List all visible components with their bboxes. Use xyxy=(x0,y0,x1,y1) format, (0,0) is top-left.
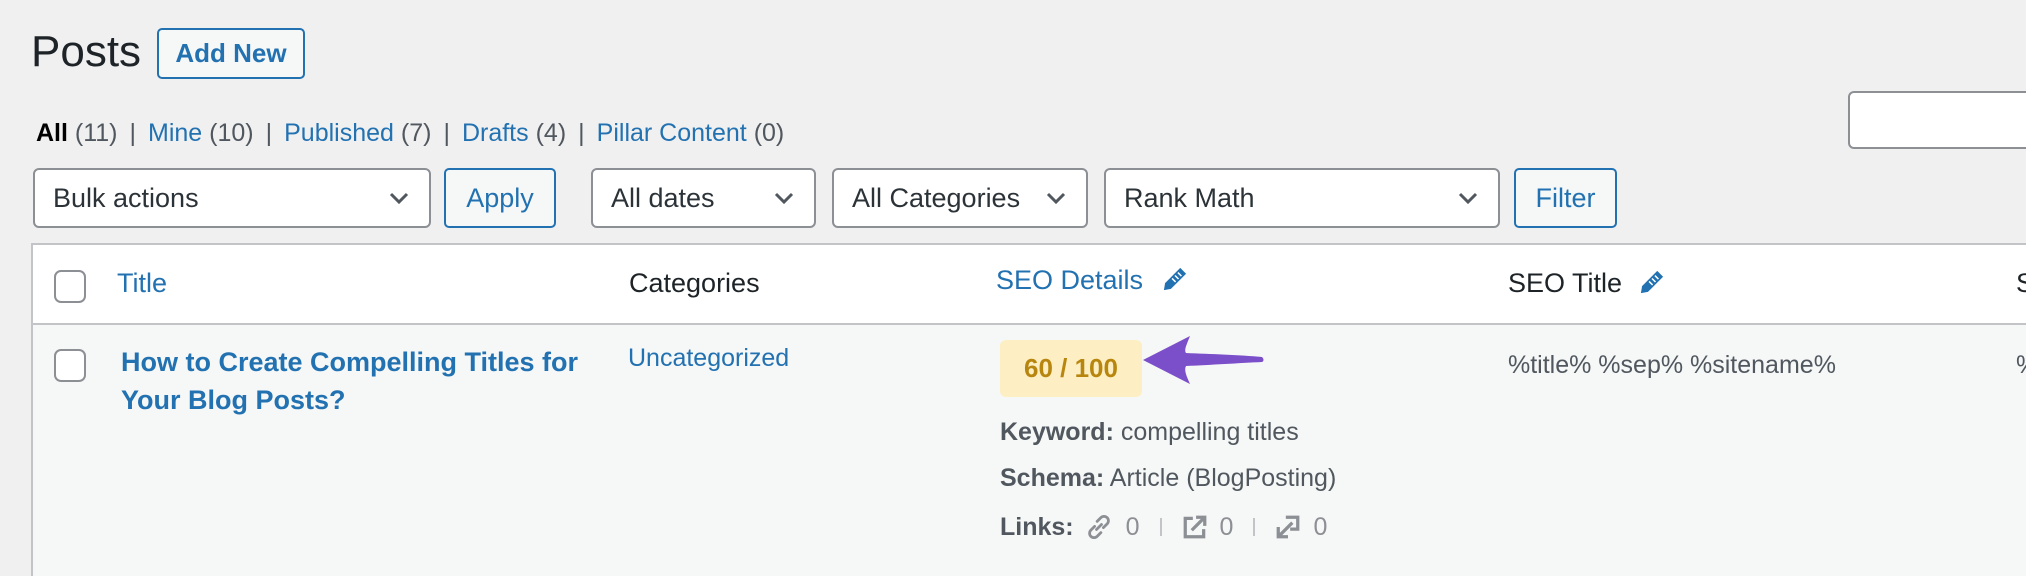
pencil-icon[interactable] xyxy=(1161,265,1189,293)
select-all-checkbox[interactable] xyxy=(54,270,86,303)
schema-type: Schema: Article (BlogPosting) xyxy=(1000,464,1337,492)
seo-title-label: SEO Title xyxy=(1508,268,1623,298)
seo-filter-value: Rank Math xyxy=(1124,182,1255,213)
bulk-actions-value: Bulk actions xyxy=(53,182,199,213)
seo-details-label: SEO Details xyxy=(996,265,1144,295)
column-header-title[interactable]: Title xyxy=(117,266,167,300)
links-summary: Links: 0 0 0 xyxy=(1000,510,1327,544)
categories-filter-select[interactable]: All Categories xyxy=(832,168,1088,228)
chevron-down-icon xyxy=(389,192,409,205)
filter-button[interactable]: Filter xyxy=(1514,168,1617,228)
dates-filter-value: All dates xyxy=(611,182,715,213)
column-header-seo-details[interactable]: SEO Details xyxy=(996,263,1189,297)
separator: | xyxy=(578,119,585,147)
view-mine[interactable]: Mine (10) xyxy=(148,119,254,147)
focus-keyword: Keyword: compelling titles xyxy=(1000,418,1299,446)
category-link[interactable]: Uncategorized xyxy=(628,339,789,377)
search-posts-input[interactable] xyxy=(1848,91,2026,149)
internal-link-icon xyxy=(1087,514,1110,540)
external-links-count: 0 xyxy=(1219,513,1234,541)
incoming-link-icon xyxy=(1277,515,1300,539)
apply-button[interactable]: Apply xyxy=(444,168,556,228)
seo-title-value: %title% %sep% %sitename% xyxy=(1508,351,1836,379)
chevron-down-icon xyxy=(1046,192,1066,205)
incoming-links-count: 0 xyxy=(1313,513,1328,541)
separator xyxy=(1159,518,1162,536)
separator xyxy=(1253,518,1256,536)
pencil-icon[interactable] xyxy=(1638,268,1666,296)
column-header-categories: Categories xyxy=(629,268,760,298)
categories-filter-value: All Categories xyxy=(852,182,1021,213)
partial-column-value: % xyxy=(2016,346,2026,384)
post-title-link[interactable]: How to Create Compelling Titles for Your… xyxy=(121,343,591,419)
view-drafts[interactable]: Drafts (4) xyxy=(462,119,566,147)
external-link-icon xyxy=(1183,515,1206,539)
separator: | xyxy=(129,119,137,147)
seo-score-badge: 60 / 100 xyxy=(1000,340,1142,397)
add-new-button[interactable]: Add New xyxy=(157,28,305,79)
separator: | xyxy=(443,119,450,147)
chevron-down-icon xyxy=(1458,192,1478,205)
row-checkbox[interactable] xyxy=(54,349,86,382)
chevron-down-icon xyxy=(774,192,794,205)
view-all[interactable]: All (11) xyxy=(36,119,118,147)
view-published[interactable]: Published (7) xyxy=(284,119,431,147)
annotation-arrow-icon xyxy=(1143,336,1264,384)
separator: | xyxy=(265,119,273,147)
bulk-actions-select[interactable]: Bulk actions xyxy=(33,168,431,228)
dates-filter-select[interactable]: All dates xyxy=(591,168,816,228)
page-title: Posts xyxy=(31,27,142,76)
post-status-filters: All (11) | Mine (10) | Published (7) | Drafts … xyxy=(36,117,784,149)
seo-filter-select[interactable]: Rank Math xyxy=(1104,168,1500,228)
column-header-seo-title: SEO Title xyxy=(1508,266,1666,300)
column-header-partial: S xyxy=(2016,268,2026,298)
view-pillar-content[interactable]: Pillar Content (0) xyxy=(597,119,785,147)
internal-links-count: 0 xyxy=(1125,513,1140,541)
